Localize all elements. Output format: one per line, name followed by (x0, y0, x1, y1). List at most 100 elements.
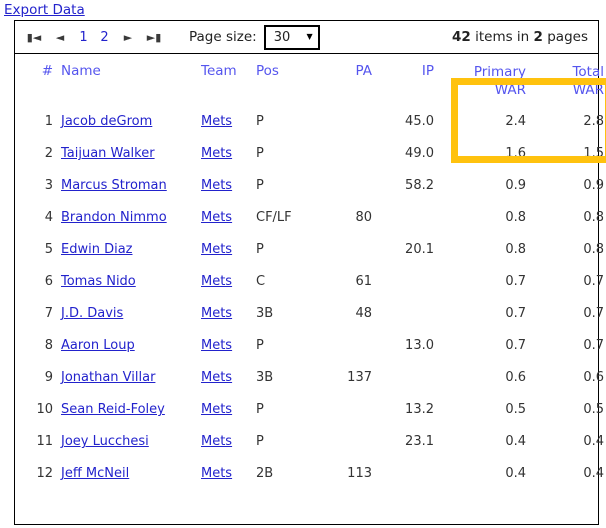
cell-team-link[interactable]: Mets (201, 306, 232, 321)
last-page-icon[interactable]: ►▮ (141, 32, 167, 43)
header-primary-war[interactable]: Primary WAR (434, 54, 526, 105)
cell-ip (372, 201, 434, 233)
cell-name[interactable]: Sean Reid-Foley (61, 393, 201, 425)
cell-primary-war: 0.6 (505, 370, 526, 386)
cell-primary-war: 0.4 (505, 466, 526, 482)
cell-pa (314, 425, 372, 457)
cell-pa (314, 137, 372, 169)
cell-name-link[interactable]: Jeff McNeil (61, 466, 129, 481)
cell-rank: 10 (36, 402, 53, 418)
header-pa[interactable]: PA (314, 54, 372, 105)
cell-team[interactable]: Mets (201, 233, 256, 265)
cell-pa (314, 393, 372, 425)
page-number-1[interactable]: 1 (73, 30, 94, 45)
page-number-2[interactable]: 2 (94, 30, 115, 45)
page-size-label: Page size: (189, 29, 257, 45)
table-row: 12 Jeff McNeil Mets 2B 113 0.4 0.4 (15, 457, 606, 489)
cell-name-link[interactable]: Taijuan Walker (61, 146, 155, 161)
cell-name[interactable]: Joey Lucchesi (61, 425, 201, 457)
cell-name[interactable]: Marcus Stroman (61, 169, 201, 201)
cell-total-war: 0.7 (583, 306, 604, 322)
cell-total-war: 0.4 (583, 434, 604, 450)
header-team[interactable]: Team (201, 54, 256, 105)
cell-team[interactable]: Mets (201, 393, 256, 425)
header-pos[interactable]: Pos (256, 54, 314, 105)
cell-team-link[interactable]: Mets (201, 146, 232, 161)
cell-team-link[interactable]: Mets (201, 178, 232, 193)
cell-name[interactable]: Jacob deGrom (61, 105, 201, 137)
cell-total-war: 0.4 (583, 466, 604, 482)
cell-name-link[interactable]: Brandon Nimmo (61, 210, 167, 225)
cell-pa: 48 (355, 306, 372, 322)
cell-pa: 137 (347, 370, 372, 386)
export-data-link[interactable]: Export Data (4, 2, 85, 18)
player-stats-table: # Name Team Pos PA IP Primary WAR Total … (15, 54, 606, 489)
table-row: 8 Aaron Loup Mets P 13.0 0.7 0.7 (15, 329, 606, 361)
cell-name-link[interactable]: Sean Reid-Foley (61, 402, 165, 417)
cell-name[interactable]: Tomas Nido (61, 265, 201, 297)
cell-pos: P (256, 178, 264, 194)
cell-team[interactable]: Mets (201, 425, 256, 457)
cell-name[interactable]: Edwin Diaz (61, 233, 201, 265)
header-rank: # (41, 63, 53, 79)
cell-name[interactable]: Jonathan Villar (61, 361, 201, 393)
cell-team[interactable]: Mets (201, 457, 256, 489)
cell-name-link[interactable]: J.D. Davis (61, 306, 123, 321)
cell-rank: 8 (44, 338, 53, 354)
cell-team[interactable]: Mets (201, 137, 256, 169)
cell-team-link[interactable]: Mets (201, 114, 232, 129)
cell-name-link[interactable]: Aaron Loup (61, 338, 135, 353)
cell-pa (314, 233, 372, 265)
cell-team[interactable]: Mets (201, 201, 256, 233)
cell-pos: 2B (256, 466, 274, 482)
cell-team[interactable]: Mets (201, 169, 256, 201)
table-row: 3 Marcus Stroman Mets P 58.2 0.9 0.9 (15, 169, 606, 201)
items-suffix: pages (547, 29, 588, 45)
cell-name[interactable]: Taijuan Walker (61, 137, 201, 169)
cell-team-link[interactable]: Mets (201, 338, 232, 353)
table-row: 7 J.D. Davis Mets 3B 48 0.7 0.7 (15, 297, 606, 329)
cell-team[interactable]: Mets (201, 297, 256, 329)
previous-page-icon[interactable]: ◄ (47, 32, 73, 43)
cell-name[interactable]: Aaron Loup (61, 329, 201, 361)
next-page-icon[interactable]: ► (115, 32, 141, 43)
cell-name-link[interactable]: Joey Lucchesi (61, 434, 149, 449)
cell-team-link[interactable]: Mets (201, 466, 232, 481)
cell-name-link[interactable]: Jonathan Villar (61, 370, 155, 385)
cell-name[interactable]: Brandon Nimmo (61, 201, 201, 233)
cell-team[interactable]: Mets (201, 361, 256, 393)
pages-count: 2 (533, 29, 543, 45)
table-body: 1 Jacob deGrom Mets P 45.0 2.4 2.8 2 Taijuan Wal… (15, 105, 606, 489)
cell-name-link[interactable]: Marcus Stroman (61, 178, 167, 193)
cell-name-link[interactable]: Edwin Diaz (61, 242, 133, 257)
cell-total-war: 0.9 (583, 178, 604, 194)
cell-rank: 1 (44, 114, 53, 130)
first-page-icon[interactable]: ▮◄ (21, 32, 47, 43)
cell-total-war: 2.8 (583, 114, 604, 130)
cell-name-link[interactable]: Jacob deGrom (61, 114, 152, 129)
cell-name-link[interactable]: Tomas Nido (61, 274, 136, 289)
table-row: 2 Taijuan Walker Mets P 49.0 1.6 1.5 (15, 137, 606, 169)
cell-team-link[interactable]: Mets (201, 434, 232, 449)
cell-pos: P (256, 114, 264, 130)
cell-team-link[interactable]: Mets (201, 242, 232, 257)
cell-pa (314, 169, 372, 201)
cell-pa (314, 105, 372, 137)
cell-team-link[interactable]: Mets (201, 210, 232, 225)
cell-team-link[interactable]: Mets (201, 370, 232, 385)
cell-name[interactable]: Jeff McNeil (61, 457, 201, 489)
header-ip[interactable]: IP (372, 54, 434, 105)
cell-team[interactable]: Mets (201, 329, 256, 361)
cell-team-link[interactable]: Mets (201, 274, 232, 289)
header-name[interactable]: Name (61, 54, 201, 105)
cell-team[interactable]: Mets (201, 265, 256, 297)
cell-total-war: 0.8 (583, 210, 604, 226)
cell-total-war: 0.7 (583, 274, 604, 290)
cell-team[interactable]: Mets (201, 105, 256, 137)
cell-team-link[interactable]: Mets (201, 402, 232, 417)
cell-primary-war: 0.7 (505, 338, 526, 354)
page-size-dropdown[interactable]: 30 ▼ (263, 24, 320, 50)
cell-pos: P (256, 338, 264, 354)
cell-name[interactable]: J.D. Davis (61, 297, 201, 329)
header-total-war[interactable]: Total WAR (526, 54, 606, 105)
